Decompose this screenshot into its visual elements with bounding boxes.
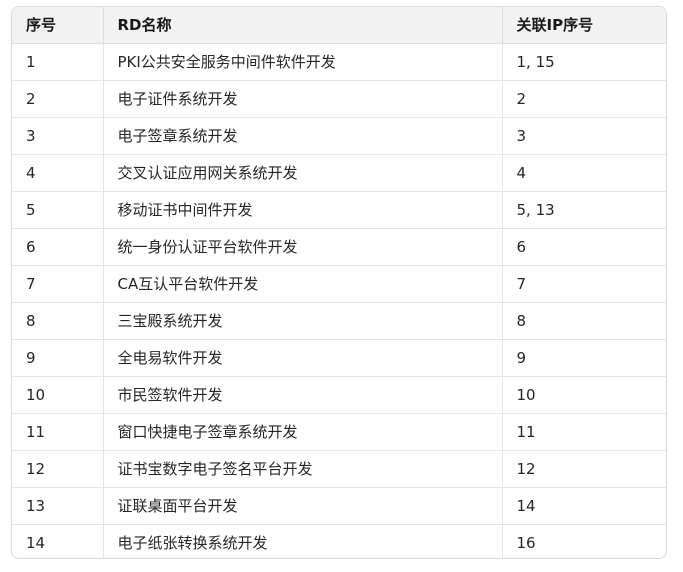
- cell-related-ip: 4: [502, 154, 666, 192]
- cell-related-ip: 5, 13: [502, 191, 666, 229]
- cell-index: 11: [12, 413, 104, 451]
- cell-index: 4: [12, 154, 104, 192]
- table-row: 6 统一身份认证平台软件开发 6: [12, 228, 666, 266]
- cell-related-ip: 14: [502, 487, 666, 525]
- cell-related-ip: 2: [502, 80, 666, 118]
- cell-rd-name: PKI公共安全服务中间件软件开发: [103, 43, 503, 81]
- table-row: 4 交叉认证应用网关系统开发 4: [12, 154, 666, 192]
- cell-rd-name: 电子证件系统开发: [103, 80, 503, 118]
- cell-rd-name: 移动证书中间件开发: [103, 191, 503, 229]
- header-row: 序号 RD名称 关联IP序号: [12, 7, 666, 44]
- cell-index: 14: [12, 524, 104, 558]
- cell-related-ip: 11: [502, 413, 666, 451]
- table-row: 13 证联桌面平台开发 14: [12, 487, 666, 525]
- table-header: 序号 RD名称 关联IP序号: [12, 7, 666, 44]
- rd-table-container: 序号 RD名称 关联IP序号 1 PKI公共安全服务中间件软件开发 1, 15 …: [11, 6, 667, 559]
- rd-table: 序号 RD名称 关联IP序号 1 PKI公共安全服务中间件软件开发 1, 15 …: [12, 7, 666, 558]
- cell-rd-name: 电子纸张转换系统开发: [103, 524, 503, 558]
- header-index: 序号: [12, 7, 104, 44]
- cell-index: 5: [12, 191, 104, 229]
- cell-index: 6: [12, 228, 104, 266]
- table-row: 14 电子纸张转换系统开发 16: [12, 524, 666, 558]
- cell-rd-name: 三宝殿系统开发: [103, 302, 503, 340]
- cell-index: 2: [12, 80, 104, 118]
- cell-rd-name: CA互认平台软件开发: [103, 265, 503, 303]
- cell-index: 3: [12, 117, 104, 155]
- cell-rd-name: 电子签章系统开发: [103, 117, 503, 155]
- cell-index: 10: [12, 376, 104, 414]
- table-row: 2 电子证件系统开发 2: [12, 80, 666, 118]
- table-row: 3 电子签章系统开发 3: [12, 117, 666, 155]
- cell-related-ip: 16: [516, 533, 536, 552]
- cell-rd-name: 交叉认证应用网关系统开发: [103, 154, 503, 192]
- cell-index: 7: [12, 265, 104, 303]
- header-related-ip: 关联IP序号: [502, 7, 666, 44]
- cell-rd-name: 证联桌面平台开发: [103, 487, 503, 525]
- table-row: 11 窗口快捷电子签章系统开发 11: [12, 413, 666, 451]
- table-row: 10 市民签软件开发 10: [12, 376, 666, 414]
- cell-related-ip: 6: [502, 228, 666, 266]
- table-body: 1 PKI公共安全服务中间件软件开发 1, 15 2 电子证件系统开发 2 3 …: [12, 43, 666, 558]
- cell-related-ip: 7: [502, 265, 666, 303]
- header-rd-name: RD名称: [103, 7, 503, 44]
- cell-index: 12: [12, 450, 104, 488]
- cell-index: 9: [12, 339, 104, 377]
- table-row: 5 移动证书中间件开发 5, 13: [12, 191, 666, 229]
- cell-rd-name: 统一身份认证平台软件开发: [103, 228, 503, 266]
- cell-index: 13: [12, 487, 104, 525]
- cell-index: 8: [12, 302, 104, 340]
- table-row: 12 证书宝数字电子签名平台开发 12: [12, 450, 666, 488]
- cell-rd-name: 证书宝数字电子签名平台开发: [103, 450, 503, 488]
- table-row: 8 三宝殿系统开发 8: [12, 302, 666, 340]
- cell-related-ip: 10: [502, 376, 666, 414]
- cell-related-ip: 9: [502, 339, 666, 377]
- table-row: 7 CA互认平台软件开发 7: [12, 265, 666, 303]
- cell-rd-name: 市民签软件开发: [103, 376, 503, 414]
- table-row: 9 全电易软件开发 9: [12, 339, 666, 377]
- cell-index: 1: [12, 43, 104, 81]
- cell-related-ip: 1, 15: [502, 43, 666, 81]
- cell-rd-name: 全电易软件开发: [103, 339, 503, 377]
- cell-related-ip: 3: [502, 117, 666, 155]
- table-row: 1 PKI公共安全服务中间件软件开发 1, 15: [12, 43, 666, 81]
- cell-related-ip: 8: [502, 302, 666, 340]
- cell-rd-name: 窗口快捷电子签章系统开发: [103, 413, 503, 451]
- cell-related-ip: 12: [502, 450, 666, 488]
